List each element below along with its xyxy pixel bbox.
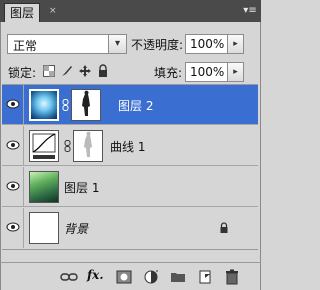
layer-mask-thumbnail[interactable]	[71, 89, 101, 121]
eye-icon	[6, 140, 20, 150]
visibility-toggle[interactable]	[2, 126, 24, 166]
chevron-down-icon[interactable]: ▾	[108, 35, 126, 53]
layer-thumbnail[interactable]	[29, 171, 59, 203]
link-layers-icon[interactable]	[60, 269, 78, 285]
lock-pixels-brush-icon[interactable]	[60, 64, 74, 78]
lock-position-move-icon[interactable]	[78, 64, 92, 78]
visibility-toggle[interactable]	[2, 167, 24, 207]
panel-titlebar: 图层 × ▾≡	[0, 0, 261, 22]
curves-adjustment-icon[interactable]	[29, 130, 59, 162]
mask-figure	[84, 131, 92, 157]
mask-figure	[82, 90, 90, 116]
layer-thumbnail[interactable]	[29, 212, 59, 244]
visibility-toggle[interactable]	[2, 85, 24, 125]
folder-icon[interactable]	[169, 269, 187, 285]
fill-input[interactable]: 100%	[185, 62, 233, 82]
eye-icon	[6, 222, 20, 232]
tab-layers-label: 图层	[10, 6, 35, 20]
layer-row-background[interactable]: 背景	[2, 208, 258, 248]
tab-layers[interactable]: 图层	[4, 3, 41, 22]
adjustment-layer-icon[interactable]	[142, 269, 160, 285]
opacity-label: 不透明度:	[131, 38, 184, 52]
layer-list: 图层 2 曲线 1 图层 1 背景	[2, 84, 258, 250]
fill-slider-arrow[interactable]: ▸	[227, 62, 244, 82]
chain-link-icon[interactable]	[62, 99, 69, 111]
panel-menu-icon[interactable]: ▾≡	[243, 5, 257, 17]
eye-icon	[6, 181, 20, 191]
layer-name[interactable]: 曲线 1	[110, 138, 145, 155]
layer-row-layer1[interactable]: 图层 1	[2, 167, 258, 207]
fill-label: 填充:	[154, 66, 183, 80]
curves-graph	[32, 133, 56, 159]
blend-mode-value: 正常	[13, 39, 38, 53]
layer-name[interactable]: 图层 1	[64, 179, 99, 196]
layer-row-layer2[interactable]: 图层 2	[2, 85, 258, 125]
lock-icon	[220, 222, 228, 233]
opacity-slider-arrow[interactable]: ▸	[227, 34, 244, 54]
lock-label: 锁定:	[8, 66, 37, 80]
add-mask-icon[interactable]	[115, 269, 133, 285]
lock-transparency-icon[interactable]	[42, 64, 56, 78]
new-layer-icon[interactable]	[196, 269, 214, 285]
layer-name[interactable]: 背景	[64, 220, 88, 237]
layer-row-curves1[interactable]: 曲线 1	[2, 126, 258, 166]
visibility-toggle[interactable]	[2, 208, 24, 248]
layer-thumbnail[interactable]	[29, 89, 59, 121]
fx-icon[interactable]: fx.	[87, 268, 105, 284]
panel-footer: fx.	[0, 262, 261, 290]
layer-name[interactable]: 图层 2	[118, 97, 153, 114]
blend-mode-select[interactable]: 正常 ▾	[7, 34, 127, 54]
opacity-input[interactable]: 100%	[185, 34, 233, 54]
trash-icon[interactable]	[223, 269, 241, 285]
eye-icon	[6, 99, 20, 109]
layer-mask-thumbnail[interactable]	[73, 130, 103, 162]
lock-all-icon[interactable]	[96, 64, 110, 78]
close-icon[interactable]: ×	[49, 7, 58, 16]
chain-link-icon[interactable]	[64, 140, 71, 152]
